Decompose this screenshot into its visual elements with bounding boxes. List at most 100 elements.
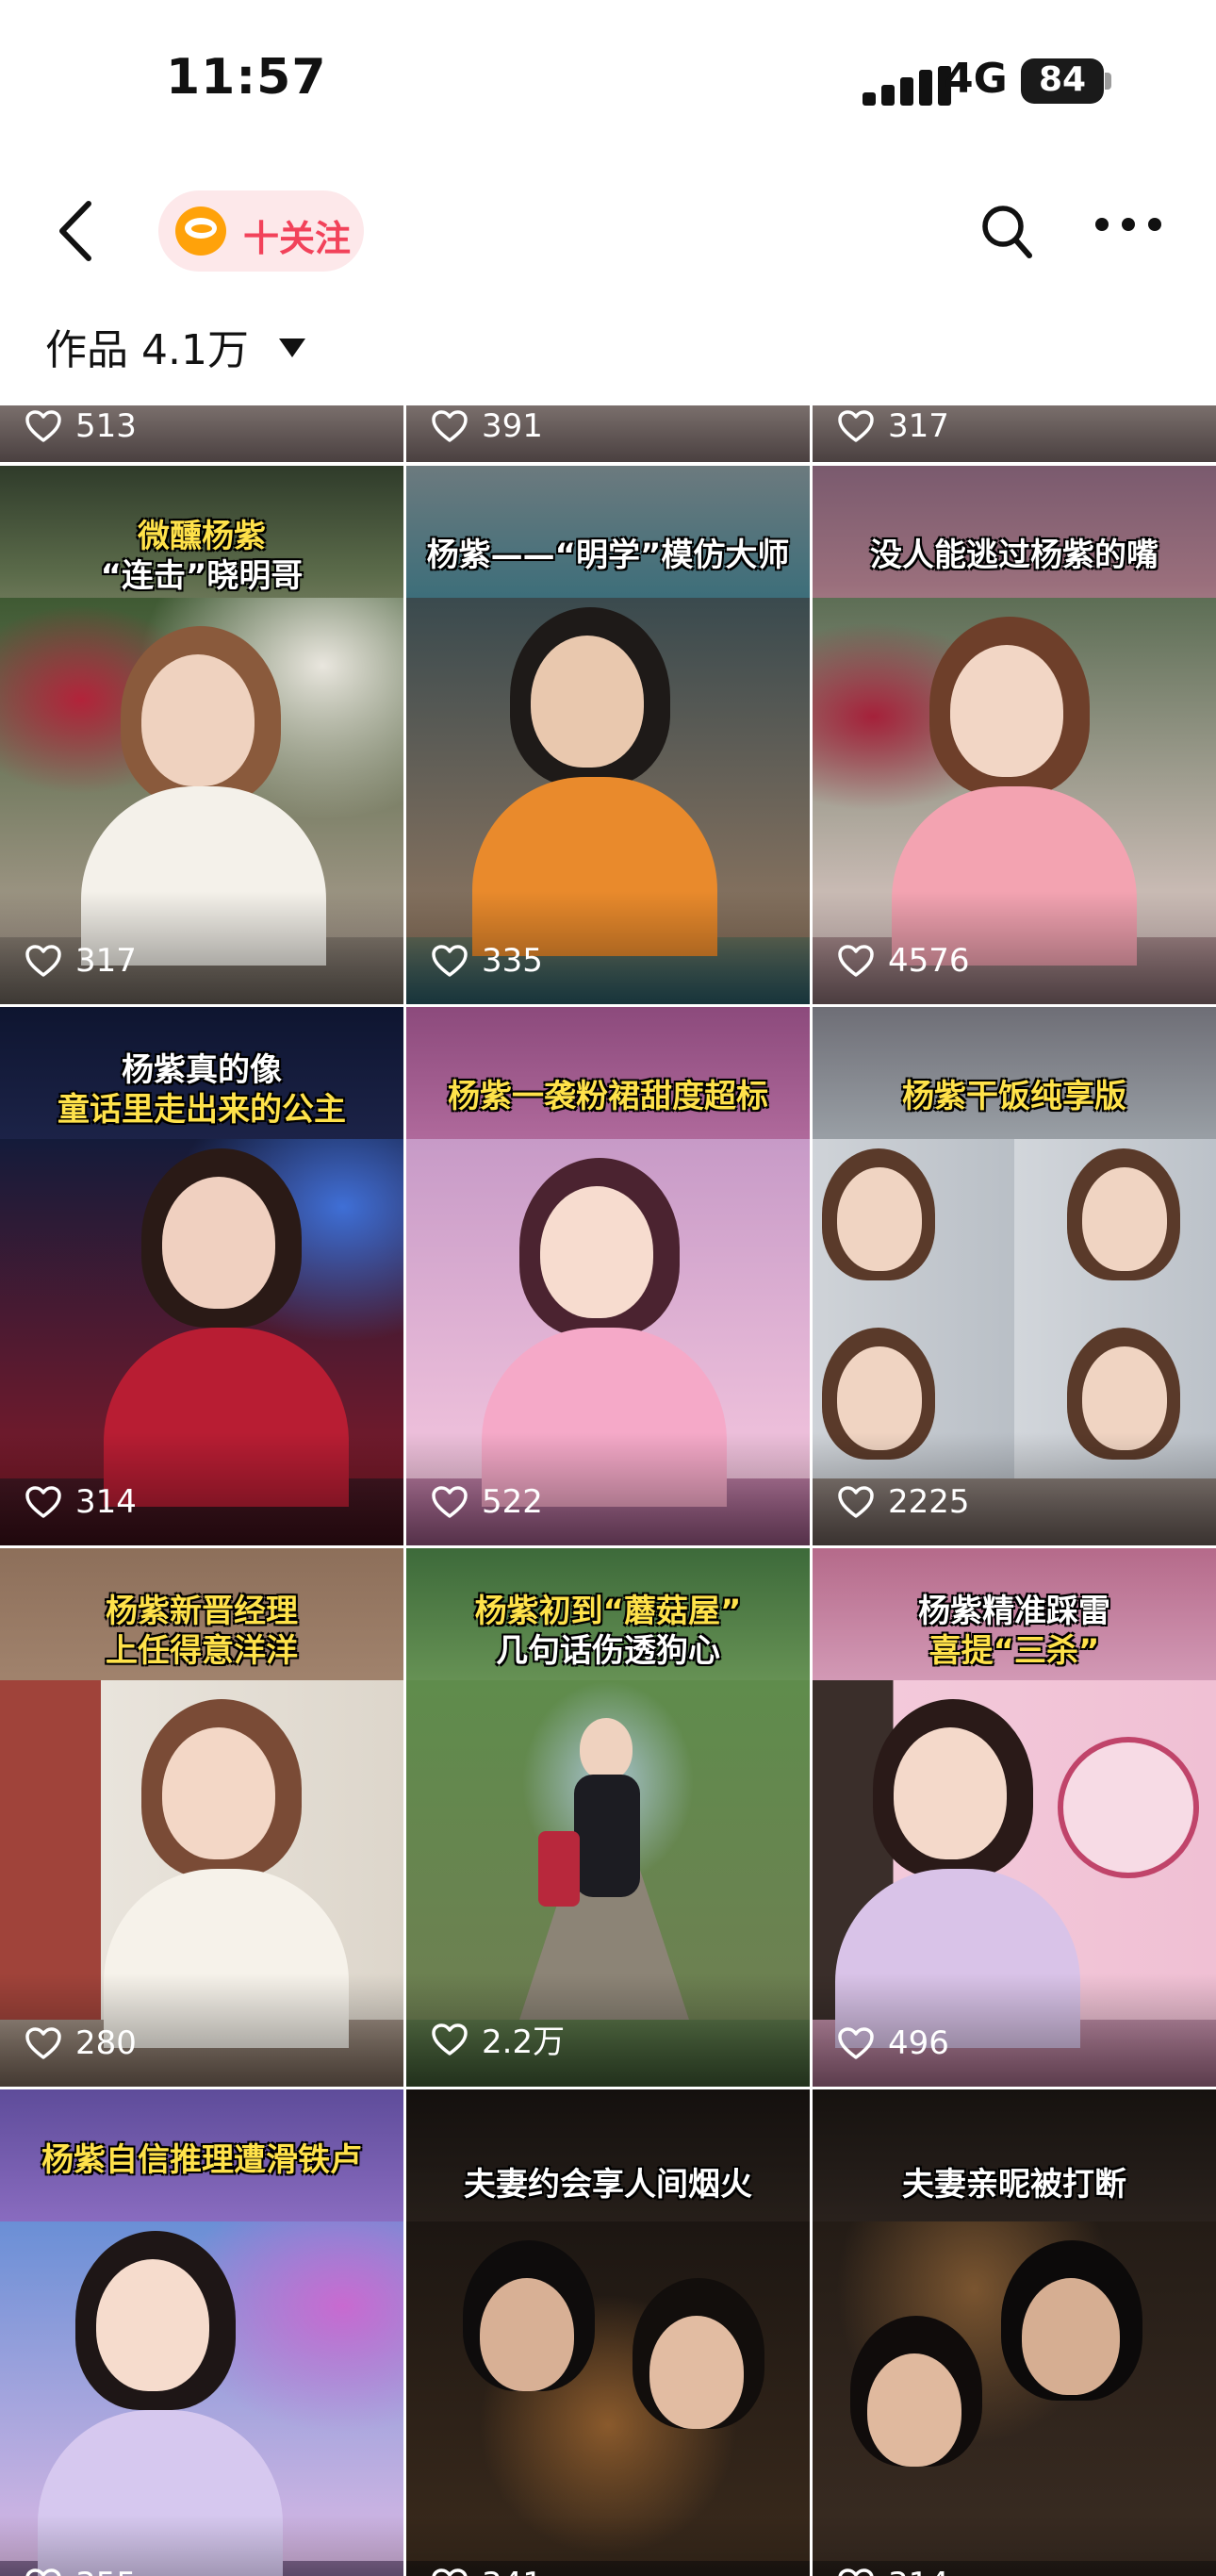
video-title: 杨紫自信推理遭滑铁卢 <box>41 2141 362 2179</box>
like-count: 314 <box>25 1483 137 1521</box>
follow-button[interactable]: 十关注 <box>158 190 364 272</box>
video-card[interactable]: 杨紫初到“蘑菇屋” 几句话伤透狗心 2.2万 <box>406 1548 810 2087</box>
top-nav-bar: 十关注 <box>0 170 1216 292</box>
video-title: 没人能逃过杨紫的嘴 <box>870 537 1158 574</box>
video-title: 杨紫干饭纯享版 <box>902 1078 1126 1115</box>
video-title: 杨紫新晋经理 上任得意洋洋 <box>106 1593 298 1670</box>
video-card[interactable]: 杨紫精准踩雷 喜提“三杀” 496 <box>813 1548 1216 2087</box>
like-count-value: 2.2万 <box>482 2023 566 2061</box>
like-count: 317 <box>25 942 137 980</box>
video-title: 杨紫一袭粉裙甜度超标 <box>448 1078 768 1115</box>
video-card[interactable]: 杨紫一袭粉裙甜度超标 522 <box>406 1007 810 1545</box>
like-count-value: 355 <box>75 2566 137 2576</box>
like-count-value: 317 <box>888 407 949 445</box>
like-count: 513 <box>25 407 137 445</box>
like-count: 335 <box>431 942 543 980</box>
battery-icon: 84 <box>1021 58 1111 104</box>
video-thumbnail-image <box>0 1139 403 1507</box>
works-filter[interactable]: 作品 4.1万 <box>45 313 305 379</box>
more-options-icon[interactable] <box>1093 212 1163 237</box>
works-count: 4.1万 <box>141 326 249 374</box>
video-title: 杨紫——“明学”模仿大师 <box>426 537 790 574</box>
like-count-value: 391 <box>482 407 543 445</box>
video-card[interactable]: 杨紫自信推理遭滑铁卢 355 <box>0 2089 403 2576</box>
follow-label: 十关注 <box>243 218 352 259</box>
like-count-value: 522 <box>482 1483 543 1521</box>
heart-icon <box>838 410 874 442</box>
network-label: 4G <box>945 55 1008 103</box>
video-card[interactable]: 杨紫——“明学”模仿大师 335 <box>406 466 810 1004</box>
like-count-value: 335 <box>482 942 543 980</box>
like-count: 2.2万 <box>431 2016 565 2062</box>
video-title: 杨紫精准踩雷 喜提“三杀” <box>918 1593 1110 1670</box>
heart-icon <box>432 1486 468 1518</box>
video-card[interactable]: 杨紫干饭纯享版 2225 <box>813 1007 1216 1545</box>
video-thumbnail-image <box>813 1680 1216 2048</box>
video-card[interactable]: 微醺杨紫 “连击”晓明哥 317 <box>0 466 403 1004</box>
like-count: 391 <box>431 407 543 445</box>
heart-icon <box>432 2568 468 2576</box>
like-count: 314 <box>837 2566 949 2576</box>
heart-icon <box>838 2568 874 2576</box>
video-thumbnail-image <box>813 598 1216 966</box>
video-card-partial[interactable]: 317 <box>813 405 1216 462</box>
video-thumbnail-image <box>813 1139 1216 1478</box>
like-count-value: 2225 <box>888 1483 970 1521</box>
video-card[interactable]: 没人能逃过杨紫的嘴 4576 <box>813 466 1216 1004</box>
like-count: 280 <box>25 2024 137 2062</box>
video-card-partial[interactable]: 513 <box>0 405 403 462</box>
heart-icon <box>432 2023 468 2056</box>
like-count-value: 341 <box>482 2566 543 2576</box>
like-count: 2225 <box>837 1483 970 1521</box>
video-card[interactable]: 杨紫真的像 童话里走出来的公主 314 <box>0 1007 403 1545</box>
video-title: 杨紫真的像 童话里走出来的公主 <box>58 1051 346 1129</box>
like-count: 496 <box>837 2024 949 2062</box>
like-count-value: 317 <box>75 942 137 980</box>
like-count: 341 <box>431 2566 543 2576</box>
like-count: 355 <box>25 2566 137 2576</box>
heart-icon <box>25 945 61 977</box>
heart-icon <box>25 2568 61 2576</box>
signal-icon <box>863 66 951 106</box>
like-count-value: 280 <box>75 2024 137 2062</box>
video-thumbnail-image <box>406 598 810 956</box>
partial-video-row: 513 391 317 <box>0 405 1216 462</box>
video-card[interactable]: 夫妻约会享人间烟火 341 <box>406 2089 810 2576</box>
video-title: 夫妻亲昵被打断 <box>902 2166 1126 2204</box>
like-count: 522 <box>431 1483 543 1521</box>
back-arrow-icon[interactable] <box>53 198 100 264</box>
video-title: 微醺杨紫 “连击”晓明哥 <box>100 518 304 595</box>
like-count-value: 513 <box>75 407 137 445</box>
heart-icon <box>25 1486 61 1518</box>
video-thumbnail-image <box>406 2221 810 2561</box>
video-card[interactable]: 杨紫新晋经理 上任得意洋洋 280 <box>0 1548 403 2087</box>
video-thumbnail-image <box>0 2221 403 2576</box>
status-bar: 11:57 4G 84 <box>0 0 1216 151</box>
like-count: 4576 <box>837 942 970 980</box>
like-count: 317 <box>837 407 949 445</box>
like-count-value: 314 <box>75 1483 137 1521</box>
like-count-value: 496 <box>888 2024 949 2062</box>
video-grid: 513 391 317 微醺杨紫 “连击”晓明哥 317 杨紫——“明学”模仿大… <box>0 405 1216 2576</box>
heart-icon <box>838 2027 874 2059</box>
status-time: 11:57 <box>166 49 327 106</box>
heart-icon <box>838 1486 874 1518</box>
video-title: 夫妻约会享人间烟火 <box>464 2166 752 2204</box>
heart-icon <box>432 945 468 977</box>
video-thumbnail-image <box>0 598 403 966</box>
heart-icon <box>25 410 61 442</box>
like-count-value: 314 <box>888 2566 949 2576</box>
video-card-partial[interactable]: 391 <box>406 405 810 462</box>
battery-percent: 84 <box>1038 60 1087 99</box>
video-thumbnail-image <box>406 1139 810 1507</box>
video-thumbnail-image <box>406 1680 810 2020</box>
account-logo-icon <box>175 206 226 256</box>
caret-down-icon <box>278 339 305 357</box>
works-label: 作品 <box>45 326 128 374</box>
video-thumbnail-image <box>0 1680 403 2048</box>
video-card[interactable]: 夫妻亲昵被打断 314 <box>813 2089 1216 2576</box>
search-icon[interactable] <box>980 204 1033 260</box>
video-title: 杨紫初到“蘑菇屋” 几句话伤透狗心 <box>474 1593 742 1670</box>
heart-icon <box>25 2027 61 2059</box>
heart-icon <box>432 410 468 442</box>
